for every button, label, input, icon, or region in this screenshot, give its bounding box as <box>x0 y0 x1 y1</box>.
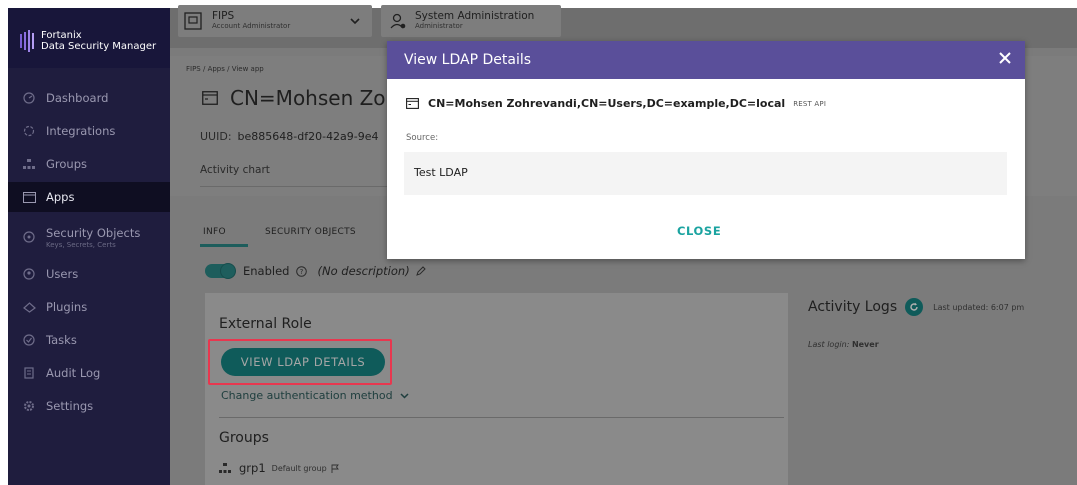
modal-title: View LDAP Details <box>404 52 532 68</box>
activity-chart-label[interactable]: Activity chart <box>200 164 270 176</box>
chevron-down-icon <box>400 393 409 399</box>
system-name: System Administration <box>415 10 535 22</box>
group-name: grp1 <box>239 461 266 475</box>
sidebar-item-label: Security Objects <box>46 225 141 240</box>
sidebar-item-label: Groups <box>46 157 88 171</box>
divider <box>200 186 400 187</box>
sidebar-item-label: Audit Log <box>46 366 101 380</box>
group-tag: Default group <box>271 463 327 473</box>
sidebar-item-label: Users <box>46 267 79 281</box>
svg-text:?: ? <box>300 268 304 276</box>
uuid-value: be885648-df20-42a9-9e4 <box>237 130 379 143</box>
system-admin-switcher[interactable]: System Administration Administrator <box>381 5 561 37</box>
brand-line1: Fortanix <box>41 30 82 41</box>
highlight-box <box>208 339 392 385</box>
sidebar-item-audit-log[interactable]: Audit Log <box>8 358 170 388</box>
sidebar: Fortanix Data Security Manager Dashboard… <box>8 8 170 485</box>
integrations-icon <box>22 124 36 138</box>
close-icon[interactable] <box>997 50 1013 66</box>
enabled-row: Enabled ? (No description) <box>205 264 426 278</box>
chevron-down-icon <box>350 17 360 24</box>
sidebar-item-label: Apps <box>46 190 75 204</box>
active-tab-indicator <box>200 244 248 247</box>
group-row[interactable]: grp1 Default group <box>219 461 339 475</box>
last-updated: Last updated: 6:07 pm <box>933 302 1025 312</box>
rest-api-link[interactable]: REST API <box>793 100 826 108</box>
view-ldap-details-modal: View LDAP Details CN=Mohsen Zohrevandi,C… <box>387 41 1025 259</box>
users-icon <box>22 267 36 281</box>
breadcrumb[interactable]: FIPS / Apps / View app <box>186 65 264 73</box>
brand-line2: Data Security Manager <box>41 41 157 52</box>
security-objects-icon <box>22 230 36 244</box>
tab-security-objects[interactable]: SECURITY OBJECTS <box>265 218 356 246</box>
account-switcher[interactable]: FIPS Account Administrator <box>178 5 372 37</box>
brand-name: Fortanix Data Security Manager <box>41 30 156 52</box>
sidebar-item-tasks[interactable]: Tasks <box>8 325 170 355</box>
description-text: (No description) <box>317 264 410 278</box>
app-icon <box>202 91 218 105</box>
sidebar-item-label: Settings <box>46 399 94 413</box>
external-role-title: External Role <box>219 316 312 332</box>
fortanix-logo-icon <box>20 30 34 52</box>
account-role: Account Administrator <box>212 22 291 30</box>
sidebar-item-label: Integrations <box>46 124 116 138</box>
tab-info[interactable]: INFO <box>203 218 226 246</box>
account-icon <box>184 12 202 30</box>
sidebar-item-label: Dashboard <box>46 91 109 105</box>
ldap-dn: CN=Mohsen Zohrevandi,CN=Users,DC=example… <box>428 97 786 110</box>
activity-logs-header: Activity Logs Last updated: 6:07 pm <box>808 298 1024 316</box>
source-label: Source: <box>406 133 439 143</box>
divider <box>219 417 784 418</box>
page-title: CN=Mohsen Zohr <box>230 86 407 110</box>
group-icon <box>219 463 231 473</box>
flag-icon <box>331 464 339 473</box>
sidebar-item-label: Tasks <box>46 333 77 347</box>
sidebar-item-groups[interactable]: Groups <box>8 149 170 179</box>
sidebar-item-apps[interactable]: Apps <box>8 182 170 212</box>
source-value-box: Test LDAP <box>404 152 1007 195</box>
sidebar-item-plugins[interactable]: Plugins <box>8 292 170 322</box>
change-auth-label: Change authentication method <box>221 389 393 402</box>
sidebar-item-label: Plugins <box>46 300 88 314</box>
refresh-icon[interactable] <box>905 298 924 316</box>
audit-log-icon <box>22 366 36 380</box>
dashboard-icon <box>22 91 36 105</box>
app-icon <box>406 98 419 109</box>
settings-icon <box>22 399 36 413</box>
groups-icon <box>22 157 36 171</box>
admin-user-icon <box>390 13 406 29</box>
sidebar-item-dashboard[interactable]: Dashboard <box>8 83 170 113</box>
last-login: Last login: Never <box>808 340 879 349</box>
system-role: Administrator <box>415 22 463 30</box>
change-auth-link[interactable]: Change authentication method <box>221 389 409 402</box>
activity-logs-title: Activity Logs <box>808 299 898 315</box>
help-icon[interactable]: ? <box>296 265 308 277</box>
sidebar-item-integrations[interactable]: Integrations <box>8 116 170 146</box>
brand[interactable]: Fortanix Data Security Manager <box>8 8 170 68</box>
enabled-label: Enabled <box>243 264 290 278</box>
modal-header: View LDAP Details <box>387 41 1025 79</box>
tasks-icon <box>22 333 36 347</box>
enabled-toggle[interactable] <box>205 264 235 278</box>
ldap-dn-row: CN=Mohsen Zohrevandi,CN=Users,DC=example… <box>406 97 826 110</box>
sidebar-item-security-objects[interactable]: Security Objects Keys, Secrets, Certs <box>8 219 170 255</box>
groups-title: Groups <box>219 430 269 446</box>
sidebar-item-sublabel: Keys, Secrets, Certs <box>46 240 116 249</box>
sidebar-item-settings[interactable]: Settings <box>8 391 170 421</box>
last-login-label: Last login: <box>808 340 850 349</box>
uuid-row: UUID: be885648-df20-42a9-9e4 <box>200 130 379 143</box>
account-name: FIPS <box>212 10 235 22</box>
source-value: Test LDAP <box>414 166 468 179</box>
last-login-value: Never <box>851 340 879 349</box>
close-button[interactable]: CLOSE <box>677 224 721 238</box>
uuid-label: UUID: <box>200 130 232 143</box>
page-title-row: CN=Mohsen Zohr <box>202 86 406 110</box>
sidebar-item-users[interactable]: Users <box>8 259 170 289</box>
plugins-icon <box>22 300 36 314</box>
apps-icon <box>22 190 36 204</box>
edit-pencil-icon[interactable] <box>415 266 426 276</box>
